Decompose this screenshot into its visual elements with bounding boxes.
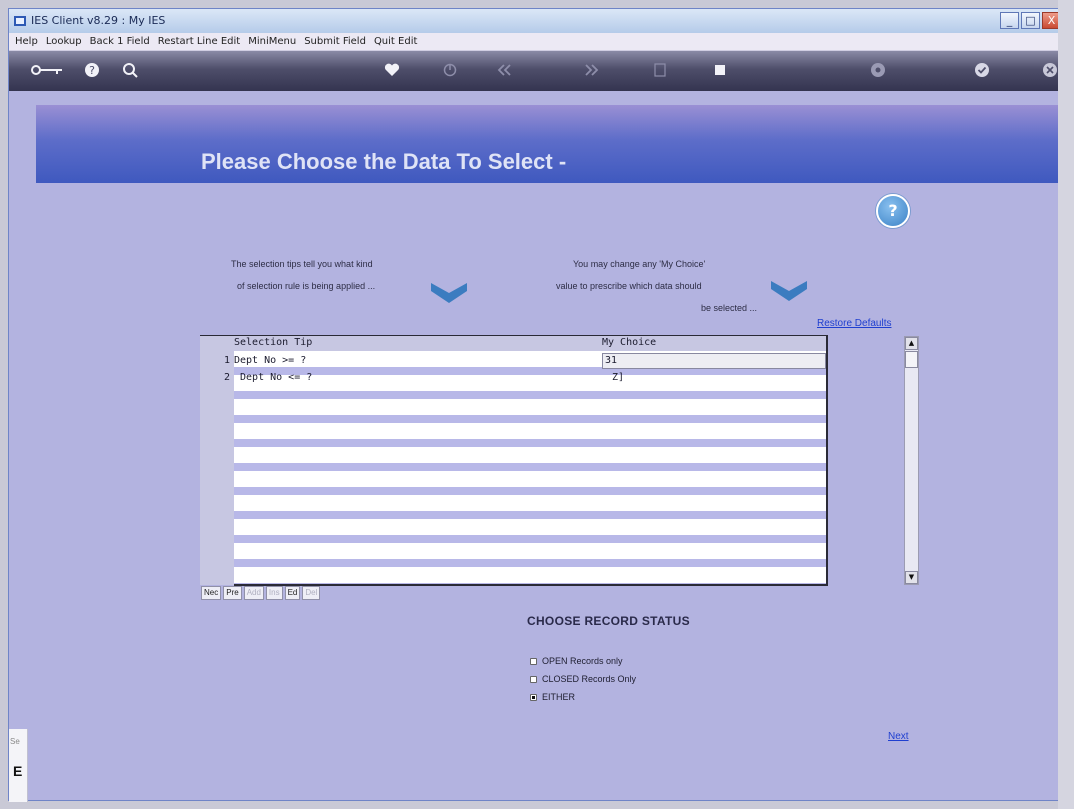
record-status-heading: CHOOSE RECORD STATUS: [527, 614, 690, 628]
page-heading: Please Choose the Data To Select -: [201, 149, 567, 174]
menu-lookup[interactable]: Lookup: [46, 33, 82, 50]
tip-right-line2: value to prescribe which data should: [556, 281, 702, 291]
side-panel-value: E: [13, 763, 23, 779]
svg-text:?: ?: [89, 64, 95, 77]
row-number: 2: [224, 372, 231, 383]
help-button[interactable]: ?: [876, 194, 910, 228]
grid-bottom-border: [234, 584, 828, 586]
grid-right-border: [826, 335, 828, 585]
radio-label: EITHER: [542, 692, 576, 702]
heart-icon[interactable]: [381, 59, 403, 81]
menu-bar: Help Lookup Back 1 Field Restart Line Ed…: [9, 33, 1065, 51]
edit-record-button[interactable]: Ed: [284, 586, 301, 600]
arrow-down-right-icon: [771, 281, 807, 301]
app-icon: [14, 16, 26, 26]
page-icon[interactable]: [649, 59, 671, 81]
help-icon[interactable]: ?: [81, 59, 103, 81]
radio-button[interactable]: [530, 657, 537, 665]
next-record-button[interactable]: Nec: [201, 586, 222, 600]
selection-grid: Selection Tip My Choice 1 Dept No >= ? 3…: [200, 335, 827, 585]
tip-right-line1: You may change any 'My Choice': [573, 259, 706, 269]
ies-client-window: IES Client v8.29 : My IES _ □ X Help Loo…: [8, 8, 1067, 802]
radio-label: CLOSED Records Only: [542, 674, 637, 684]
scroll-thumb[interactable]: [905, 351, 918, 368]
table-row[interactable]: 1 Dept No >= ? 31: [200, 353, 827, 369]
page-banner: Please Choose the Data To Select -: [36, 105, 1067, 183]
fast-forward-icon[interactable]: [581, 59, 603, 81]
side-panel-label: Se: [10, 737, 20, 746]
table-row[interactable]: 2 Dept No <= ? Z]: [200, 370, 827, 386]
window-title: IES Client v8.29 : My IES: [31, 14, 166, 27]
tip-left-line1: The selection tips tell you what kind: [231, 259, 373, 269]
toolbar: ?: [9, 51, 1065, 91]
row-selection-tip: Dept No <= ?: [234, 372, 313, 383]
tip-left-line2: of selection rule is being applied ...: [237, 281, 376, 291]
rewind-icon[interactable]: [493, 59, 515, 81]
power-icon[interactable]: [439, 59, 461, 81]
grid-header: Selection Tip My Choice: [200, 335, 827, 351]
col-selection-tip: Selection Tip: [234, 337, 313, 348]
radio-button-selected[interactable]: [530, 693, 537, 701]
radio-either[interactable]: EITHER: [530, 692, 575, 702]
radio-open-records[interactable]: OPEN Records only: [530, 656, 623, 666]
restore-defaults-link[interactable]: Restore Defaults: [817, 318, 891, 329]
row-selection-tip: Dept No >= ?: [234, 355, 307, 366]
menu-quit-edit[interactable]: Quit Edit: [374, 33, 417, 50]
menu-help[interactable]: Help: [15, 33, 38, 50]
right-edge-strip: [1058, 0, 1074, 809]
tip-right-line3: be selected ...: [701, 303, 758, 313]
menu-back-1-field[interactable]: Back 1 Field: [90, 33, 150, 50]
radio-label: OPEN Records only: [542, 656, 623, 666]
stop-icon[interactable]: [709, 59, 731, 81]
scroll-up-button[interactable]: ▲: [905, 337, 918, 350]
next-link[interactable]: Next: [888, 731, 909, 742]
insert-record-button[interactable]: Ins: [265, 586, 283, 600]
add-record-button[interactable]: Add: [243, 586, 264, 600]
menu-submit-field[interactable]: Submit Field: [304, 33, 366, 50]
my-choice-input[interactable]: 31: [602, 353, 826, 369]
grid-body-stripes: [234, 351, 827, 585]
grid-scrollbar[interactable]: ▲ ▼: [904, 336, 919, 585]
menu-restart-line-edit[interactable]: Restart Line Edit: [158, 33, 241, 50]
grid-top-border: [200, 335, 828, 336]
radio-button[interactable]: [530, 675, 537, 683]
settings-icon[interactable]: [867, 59, 889, 81]
scroll-down-button[interactable]: ▼: [905, 571, 918, 584]
search-icon[interactable]: [119, 59, 141, 81]
previous-record-button[interactable]: Pre: [223, 586, 242, 600]
row-number: 1: [224, 355, 231, 366]
my-choice-value[interactable]: Z]: [612, 370, 624, 386]
radio-closed-records[interactable]: CLOSED Records Only: [530, 674, 636, 684]
maximize-button[interactable]: □: [1021, 12, 1040, 29]
delete-record-button[interactable]: Del: [302, 586, 321, 600]
menu-minimenu[interactable]: MiniMenu: [248, 33, 296, 50]
side-panel: Se E: [9, 729, 28, 802]
title-bar: IES Client v8.29 : My IES _ □ X: [9, 9, 1065, 33]
col-my-choice: My Choice: [602, 337, 657, 348]
minimize-button[interactable]: _: [1000, 12, 1019, 29]
record-nav-bar: Nec Pre Add Ins Ed Del: [201, 586, 321, 600]
check-icon[interactable]: [971, 59, 993, 81]
arrow-down-left-icon: [431, 283, 467, 303]
key-icon[interactable]: [29, 59, 65, 81]
